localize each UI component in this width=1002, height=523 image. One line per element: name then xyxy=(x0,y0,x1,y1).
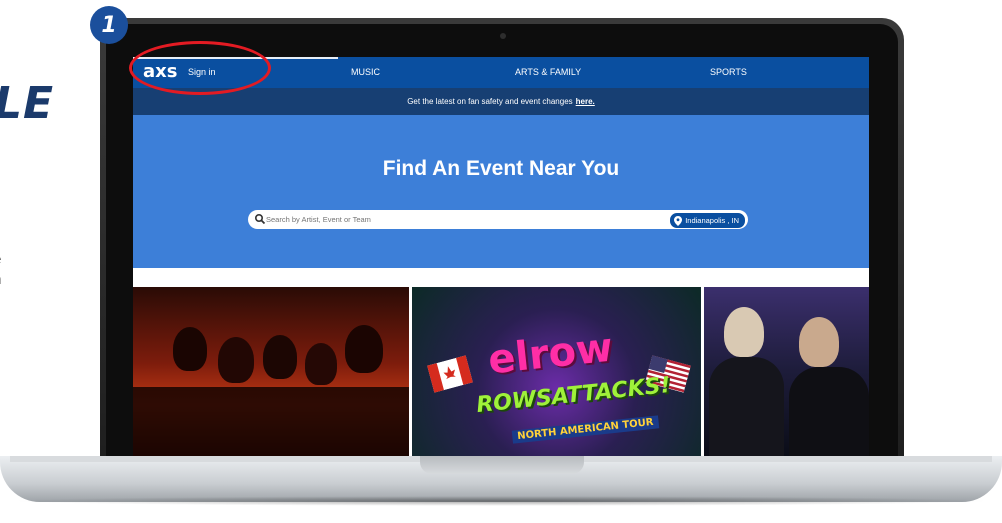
hero-section: Find An Event Near You Indianapolis , IN xyxy=(133,115,869,268)
laptop-screen: axs Sign in MUSIC ARTS & FAMILY SPORTS G… xyxy=(133,57,869,456)
artist-figure-body xyxy=(709,357,784,456)
step-number-badge: 1 xyxy=(90,6,128,44)
sign-in-highlight-circle xyxy=(129,41,271,95)
event-tile-elrow[interactable]: elrow ROWSATTACKS! NORTH AMERICAN TOUR xyxy=(412,287,701,456)
artist-figure xyxy=(799,317,839,367)
canada-flag-icon xyxy=(427,355,473,393)
notice-link[interactable]: here. xyxy=(576,97,595,106)
event-tile-duo-photo[interactable] xyxy=(704,287,869,456)
elrow-logo: elrow xyxy=(485,324,616,384)
band-member-figure xyxy=(305,343,337,385)
location-selector[interactable]: Indianapolis , IN xyxy=(669,212,746,229)
location-label: Indianapolis , IN xyxy=(685,216,739,225)
artist-figure xyxy=(724,307,764,357)
band-member-figure xyxy=(263,335,297,379)
search-bar[interactable]: Indianapolis , IN xyxy=(248,210,748,229)
side-title-fragment: LE xyxy=(0,78,55,129)
search-input[interactable] xyxy=(266,210,646,229)
location-pin-icon xyxy=(674,215,683,226)
event-tiles: elrow ROWSATTACKS! NORTH AMERICAN TOUR xyxy=(133,287,869,456)
band-bodies xyxy=(133,387,409,456)
laptop-camera xyxy=(500,33,506,39)
spacer xyxy=(133,268,869,287)
search-icon xyxy=(254,213,266,225)
laptop-notch xyxy=(420,456,584,474)
band-member-figure xyxy=(345,325,383,373)
artist-figure-body xyxy=(789,367,869,456)
event-tile-band-photo[interactable] xyxy=(133,287,409,456)
hero-title: Find An Event Near You xyxy=(382,157,620,180)
laptop-shadow xyxy=(10,496,992,506)
tour-banner: NORTH AMERICAN TOUR xyxy=(511,415,660,444)
side-text-fragment: e n xyxy=(0,250,1,290)
nav-item-music[interactable]: MUSIC xyxy=(351,67,380,77)
nav-item-sports[interactable]: SPORTS xyxy=(710,67,747,77)
band-member-figure xyxy=(173,327,207,371)
side-text-line: n xyxy=(0,270,1,290)
nav-item-arts-family[interactable]: ARTS & FAMILY xyxy=(515,67,581,77)
notice-text: Get the latest on fan safety and event c… xyxy=(407,97,573,106)
band-member-figure xyxy=(218,337,254,383)
side-text-line: e xyxy=(0,250,1,270)
notice-bar: Get the latest on fan safety and event c… xyxy=(133,88,869,115)
